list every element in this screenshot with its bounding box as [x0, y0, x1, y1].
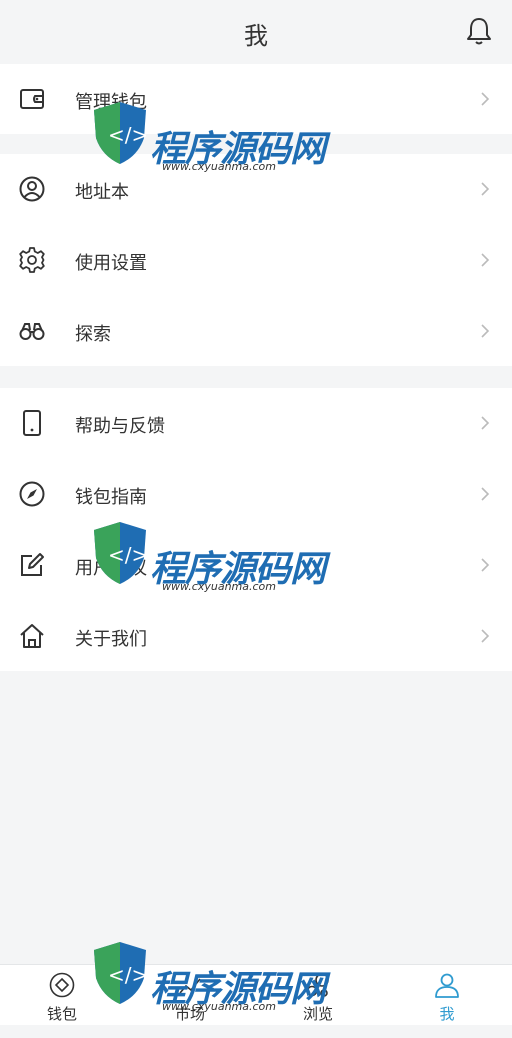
- user-tab-icon: [435, 973, 459, 998]
- menu-item-label: 用户协议: [75, 558, 147, 579]
- chevron-right-icon: [481, 558, 490, 572]
- menu-item-label: 使用设置: [75, 253, 147, 274]
- menu-group-tools: 地址本 使用设置 探索: [0, 154, 512, 366]
- chevron-right-icon: [481, 324, 490, 338]
- menu-item-label: 管理钱包: [75, 92, 147, 113]
- chevron-right-icon: [481, 487, 490, 501]
- chevron-right-icon: [481, 182, 490, 196]
- tab-label: 市场: [174, 1005, 205, 1023]
- header-bar: 我: [0, 0, 512, 64]
- menu-group-info: 帮助与反馈 钱包指南 用户协议 关于我们: [0, 388, 512, 671]
- menu-item-label: 帮助与反馈: [75, 416, 165, 437]
- tab-market[interactable]: 市场: [140, 965, 240, 1025]
- edit-icon: [21, 553, 44, 576]
- browse-tab-icon: [306, 973, 329, 997]
- menu-item-about-us[interactable]: 关于我们: [0, 601, 512, 671]
- menu-item-settings[interactable]: 使用设置: [0, 225, 512, 295]
- tab-me[interactable]: 我: [397, 965, 497, 1025]
- menu-item-label: 关于我们: [75, 629, 147, 650]
- tab-browse[interactable]: 浏览: [268, 965, 368, 1025]
- tab-label: 我: [439, 1005, 455, 1023]
- chevron-right-icon: [481, 416, 490, 430]
- home-icon: [20, 624, 44, 648]
- menu-group-wallet: 管理钱包: [0, 64, 512, 134]
- menu-item-address-book[interactable]: 地址本: [0, 154, 512, 224]
- compass-icon: [19, 481, 45, 507]
- gear-icon: [19, 247, 45, 273]
- menu-item-user-agreement[interactable]: 用户协议: [0, 530, 512, 600]
- wallet-icon: [20, 89, 44, 109]
- tab-label: 钱包: [46, 1005, 77, 1023]
- tab-label: 浏览: [302, 1005, 333, 1023]
- wallet-tab-icon: [49, 972, 75, 998]
- menu-item-label: 探索: [75, 324, 111, 345]
- phone-icon: [23, 410, 41, 436]
- bottom-tab-bar: 钱包 市场 浏览 我: [0, 964, 512, 1025]
- market-tab-icon: [179, 978, 201, 994]
- menu-item-manage-wallet[interactable]: 管理钱包: [0, 64, 512, 134]
- menu-item-help-feedback[interactable]: 帮助与反馈: [0, 388, 512, 458]
- bell-icon[interactable]: [466, 16, 492, 46]
- page-title: 我: [244, 22, 268, 50]
- menu-item-explore[interactable]: 探索: [0, 296, 512, 366]
- menu-item-wallet-guide[interactable]: 钱包指南: [0, 459, 512, 529]
- chevron-right-icon: [481, 629, 490, 643]
- chevron-right-icon: [481, 92, 490, 106]
- menu-item-label: 地址本: [75, 182, 129, 203]
- menu-item-label: 钱包指南: [75, 487, 147, 508]
- chevron-right-icon: [481, 253, 490, 267]
- binoculars-icon: [19, 323, 45, 340]
- tab-wallet[interactable]: 钱包: [12, 965, 112, 1025]
- user-circle-icon: [19, 176, 45, 202]
